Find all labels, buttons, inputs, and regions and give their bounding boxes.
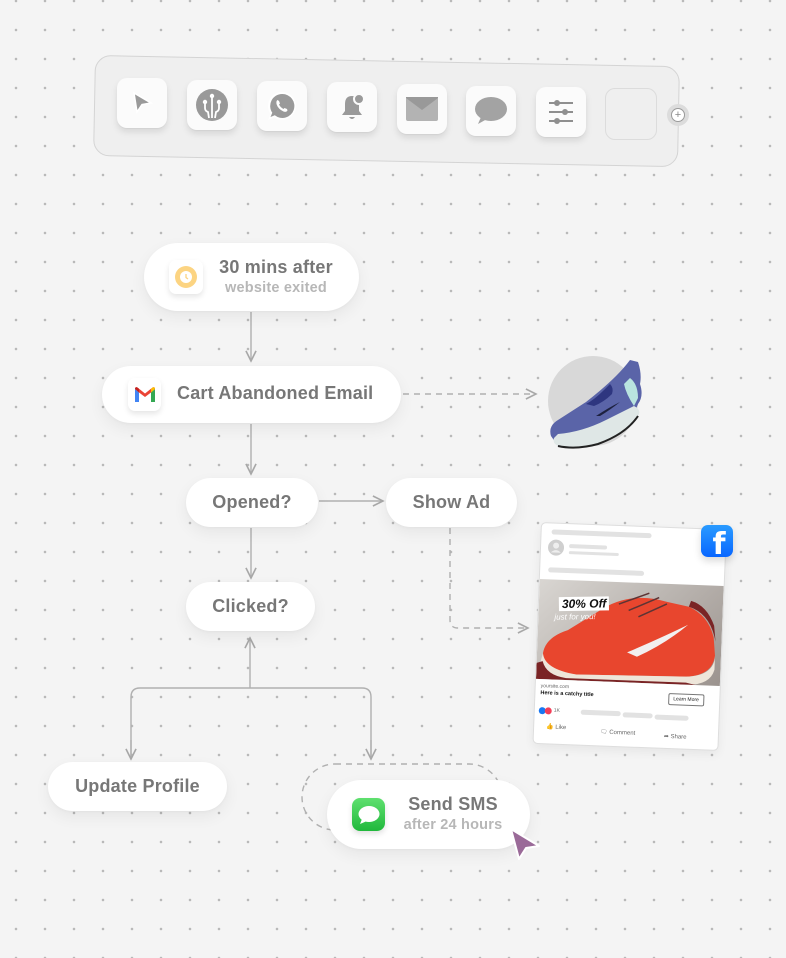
integration-icon [196, 89, 228, 121]
integration-tool-button[interactable] [187, 80, 237, 130]
filter-tool-button[interactable] [536, 87, 586, 137]
learn-more-button[interactable]: Learn More [668, 693, 705, 707]
reaction-count: 1K [553, 707, 561, 714]
ad-image: 30% Off just for you! [535, 578, 724, 686]
product-image [548, 356, 642, 449]
ad-title: Here is a catchy title [540, 690, 594, 699]
facebook-ad-preview: 30% Off just for you! yoursite.com Here … [532, 522, 727, 751]
comment-action[interactable]: 🗨 Comment [600, 728, 636, 736]
update-profile-title: Update Profile [75, 776, 200, 796]
cursor-tool-button[interactable] [117, 78, 167, 128]
add-tool-button[interactable]: + [667, 104, 689, 126]
notification-tool-button[interactable] [327, 82, 377, 132]
email-title: Cart Abandoned Email [177, 383, 374, 403]
show-ad-title: Show Ad [412, 492, 491, 512]
update-profile-node[interactable]: Update Profile [48, 762, 227, 811]
like-action[interactable]: 👍 Like [546, 723, 566, 731]
promo-headline: 30% Off [558, 596, 610, 612]
trigger-title: 30 mins after [219, 257, 333, 277]
whatsapp-tool-button[interactable] [257, 81, 307, 131]
clock-icon [175, 266, 197, 288]
clicked-node[interactable]: Clicked? [186, 582, 315, 631]
toolbar [93, 55, 680, 168]
cursor-icon [133, 91, 154, 115]
trigger-subtitle: website exited [225, 280, 327, 296]
cart-abandoned-email-node[interactable]: Cart Abandoned Email [102, 366, 401, 423]
show-ad-node[interactable]: Show Ad [386, 478, 517, 527]
promo-subline: just for you! [554, 612, 596, 622]
sms-icon-box [352, 798, 385, 831]
gmail-icon-box [128, 378, 161, 411]
facebook-icon: f [701, 525, 733, 557]
sms-subtitle: after 24 hours [403, 817, 503, 833]
sliders-icon [549, 100, 573, 124]
connector-showad-adpreview [449, 528, 528, 628]
trigger-icon-box [169, 260, 203, 294]
mail-icon [406, 97, 438, 121]
gmail-icon [134, 387, 155, 402]
ad-site: yoursite.com [540, 683, 570, 691]
chat-bubble-icon [475, 97, 507, 124]
pointer-cursor-icon [510, 828, 540, 860]
plus-circle-icon: + [671, 108, 685, 122]
sms-title: Send SMS [408, 794, 498, 814]
trigger-node[interactable]: 30 mins after website exited [144, 243, 359, 311]
messages-icon [358, 805, 379, 824]
opened-title: Opened? [212, 492, 292, 512]
send-sms-node[interactable]: Send SMS after 24 hours [327, 780, 530, 849]
email-tool-button[interactable] [397, 84, 447, 134]
avatar [547, 539, 565, 556]
opened-node[interactable]: Opened? [186, 478, 318, 527]
bell-icon [342, 93, 365, 119]
shoe-icon [550, 360, 642, 449]
empty-tool-slot[interactable] [605, 88, 657, 140]
message-tool-button[interactable] [466, 86, 516, 136]
clicked-title: Clicked? [212, 596, 289, 616]
share-action[interactable]: ➦ Share [664, 733, 687, 741]
love-reaction-icon [544, 707, 552, 715]
whatsapp-icon [267, 91, 296, 120]
